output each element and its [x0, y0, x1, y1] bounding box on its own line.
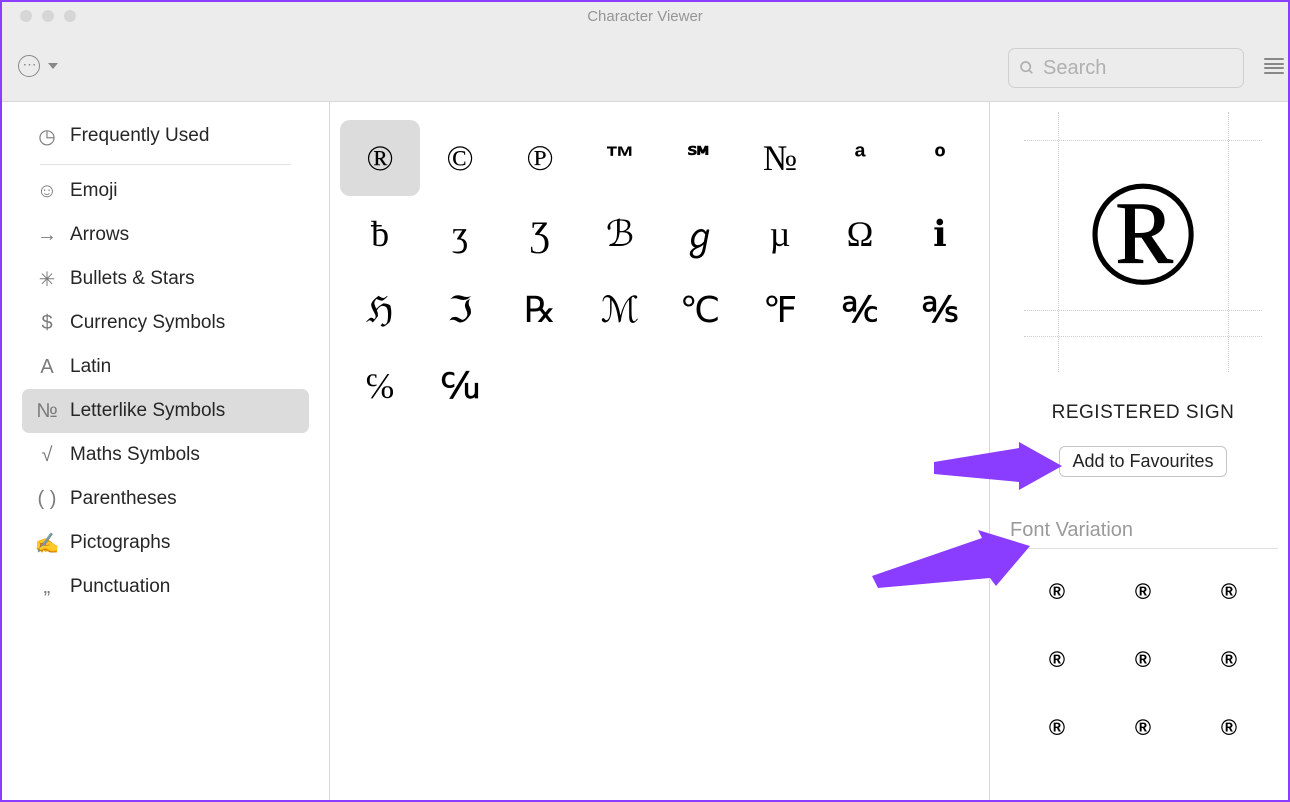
character-cell[interactable]: ª [820, 120, 900, 196]
window-title: Character Viewer [587, 8, 703, 25]
sidebar-item-clock[interactable]: ◷ Frequently Used [22, 114, 309, 158]
sidebar-item-label: Arrows [70, 224, 129, 246]
main: ®©℗™℠№ªºƀʒƷℬℊµΩℹℌℑ℞ℳ℃℉℀℁℅℆ ® REGISTERED … [330, 102, 1288, 800]
sidebar-item-parens[interactable]: ( ) Parentheses [22, 477, 309, 521]
sidebar-item-label: Frequently Used [70, 125, 209, 147]
character-cell[interactable]: © [420, 120, 500, 196]
chevron-down-icon [48, 63, 58, 69]
character-cell[interactable]: ℠ [660, 120, 740, 196]
character-cell[interactable]: ℞ [500, 272, 580, 348]
sidebar-item-picto[interactable]: ✍ Pictographs [22, 521, 309, 565]
bullets-icon: ✳ [34, 267, 60, 292]
sidebar-item-arrows[interactable]: → Arrows [22, 213, 309, 257]
arrows-icon: → [34, 224, 60, 247]
list-toggle[interactable] [1264, 54, 1284, 78]
sidebar-item-label: Punctuation [70, 576, 170, 598]
currency-icon: $ [34, 312, 60, 335]
sidebar-item-label: Latin [70, 356, 111, 378]
toolbar [2, 30, 1288, 102]
character-cell[interactable]: ℑ [420, 272, 500, 348]
font-variation-cell[interactable]: ® [1100, 647, 1186, 673]
preview-glyph: ® [1086, 147, 1200, 319]
parens-icon: ( ) [34, 488, 60, 511]
font-variation-cell[interactable]: ® [1014, 715, 1100, 741]
picto-icon: ✍ [34, 531, 60, 556]
character-cell[interactable]: № [740, 120, 820, 196]
search-icon [1019, 59, 1035, 77]
character-cell[interactable]: ℌ [340, 272, 420, 348]
sqrt-icon: √ [34, 444, 60, 467]
close-button[interactable] [20, 10, 32, 22]
font-variation-cell[interactable]: ® [1100, 715, 1186, 741]
content: ◷ Frequently Used ☺ Emoji → Arrows ✳ Bullets & … [2, 102, 1288, 800]
sidebar-item-label: Currency Symbols [70, 312, 225, 334]
sidebar-item-sqrt[interactable]: √ Maths Symbols [22, 433, 309, 477]
font-variation-cell[interactable]: ® [1014, 579, 1100, 605]
latin-icon: A [34, 356, 60, 379]
sidebar-item-numero[interactable]: № Letterlike Symbols [22, 389, 309, 433]
section-divider [1008, 548, 1278, 549]
character-cell[interactable]: µ [740, 196, 820, 272]
character-cell[interactable]: ℅ [340, 348, 420, 424]
font-variation-cell[interactable]: ® [1186, 579, 1272, 605]
sidebar-item-emoji[interactable]: ☺ Emoji [22, 169, 309, 213]
font-variation-cell[interactable]: ® [1014, 647, 1100, 673]
minimize-button[interactable] [42, 10, 54, 22]
emoji-icon: ☺ [34, 180, 60, 203]
character-cell[interactable]: ℹ [900, 196, 980, 272]
character-cell[interactable]: ® [340, 120, 420, 196]
traffic-lights [20, 10, 76, 22]
settings-icon [18, 55, 40, 77]
font-variation-cell[interactable]: ® [1100, 579, 1186, 605]
font-variation-title: Font Variation [1008, 519, 1133, 542]
font-variation-grid: ®®®®®®®®® [1008, 567, 1278, 741]
clock-icon: ◷ [34, 124, 60, 149]
add-to-favourites-button[interactable]: Add to Favourites [1059, 446, 1226, 477]
character-name: REGISTERED SIGN [1052, 402, 1235, 424]
character-grid-area: ®©℗™℠№ªº ƀʒƷℬℊµΩℹ ℌℑ℞ℳ℃℉℀℁ ℅℆ [330, 102, 990, 800]
character-cell[interactable]: ʒ [420, 196, 500, 272]
settings-menu[interactable] [18, 55, 58, 77]
character-cell[interactable]: ℊ [660, 196, 740, 272]
font-variation-cell[interactable]: ® [1186, 715, 1272, 741]
character-preview: ® [1024, 112, 1262, 372]
zoom-button[interactable] [64, 10, 76, 22]
character-cell[interactable]: ℁ [900, 272, 980, 348]
character-cell[interactable]: Ʒ [500, 196, 580, 272]
sidebar-item-label: Emoji [70, 180, 118, 202]
character-cell[interactable]: ƀ [340, 196, 420, 272]
punct-icon: „ [34, 576, 60, 599]
character-cell[interactable]: ℳ [580, 272, 660, 348]
character-cell[interactable]: ™ [580, 120, 660, 196]
numero-icon: № [34, 400, 60, 423]
character-cell[interactable]: ℆ [420, 348, 500, 424]
character-cell[interactable]: ℃ [660, 272, 740, 348]
character-cell[interactable]: Ω [820, 196, 900, 272]
search-input[interactable] [1043, 57, 1233, 80]
character-cell[interactable]: º [900, 120, 980, 196]
sidebar-item-label: Bullets & Stars [70, 268, 195, 290]
sidebar-item-label: Letterlike Symbols [70, 400, 225, 422]
character-cell[interactable]: ℀ [820, 272, 900, 348]
detail-panel: ® REGISTERED SIGN Add to Favourites Font… [990, 102, 1288, 800]
titlebar: Character Viewer [2, 2, 1288, 30]
character-cell[interactable]: ℬ [580, 196, 660, 272]
sidebar-item-currency[interactable]: $ Currency Symbols [22, 301, 309, 345]
search-box[interactable] [1008, 48, 1244, 88]
sidebar: ◷ Frequently Used ☺ Emoji → Arrows ✳ Bullets & … [2, 102, 330, 800]
sidebar-item-latin[interactable]: A Latin [22, 345, 309, 389]
sidebar-item-label: Parentheses [70, 488, 177, 510]
sidebar-item-label: Maths Symbols [70, 444, 200, 466]
font-variation-cell[interactable]: ® [1186, 647, 1272, 673]
sidebar-item-label: Pictographs [70, 532, 170, 554]
character-cell[interactable]: ℗ [500, 120, 580, 196]
character-grid: ®©℗™℠№ªº ƀʒƷℬℊµΩℹ ℌℑ℞ℳ℃℉℀℁ ℅℆ [340, 120, 979, 424]
sidebar-item-punct[interactable]: „ Punctuation [22, 565, 309, 609]
character-cell[interactable]: ℉ [740, 272, 820, 348]
sidebar-item-bullets[interactable]: ✳ Bullets & Stars [22, 257, 309, 301]
